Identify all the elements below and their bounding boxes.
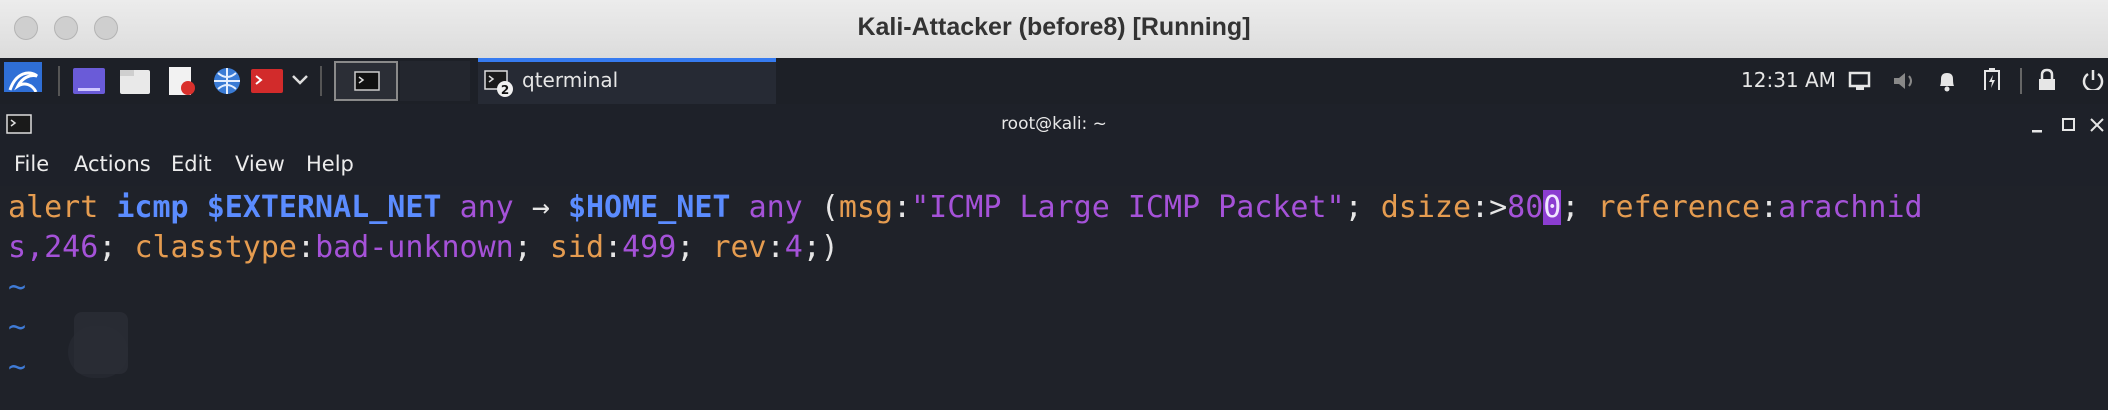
empty-line-tilde: ~ [8, 270, 27, 305]
clock[interactable]: 12:31 AM [1741, 68, 1836, 92]
menu-file[interactable]: File [14, 152, 49, 176]
vm-window-titlebar: Kali-Attacker (before8) [Running] [0, 0, 2108, 59]
workspace-1[interactable] [334, 61, 398, 101]
volume-icon[interactable] [1892, 70, 1918, 92]
terminal-launcher-icon[interactable] [250, 66, 284, 96]
text-editor-icon[interactable] [164, 66, 198, 96]
menu-edit[interactable]: Edit [171, 152, 212, 176]
show-desktop-icon[interactable] [72, 66, 106, 96]
panel-separator [58, 66, 60, 96]
battery-icon[interactable] [1982, 68, 2002, 90]
lock-screen-icon[interactable] [2036, 68, 2058, 90]
task-badge: 2 [501, 83, 509, 97]
kali-top-panel: 2 qterminal 12:31 AM [0, 58, 2108, 104]
editor-line-2: s,246; classtype:bad-unknown; sid:499; r… [8, 230, 839, 265]
empty-line-tilde: ~ [8, 350, 27, 385]
menu-actions[interactable]: Actions [74, 152, 151, 176]
text-cursor: 0 [1543, 190, 1562, 225]
workspace-2[interactable] [400, 61, 470, 101]
web-browser-icon[interactable] [210, 66, 244, 96]
maximize-icon[interactable] [2060, 116, 2078, 134]
terminal-output[interactable]: alert icmp $EXTERNAL_NET any → $HOME_NET… [0, 186, 2108, 410]
empty-line-tilde: ~ [8, 310, 27, 345]
display-icon[interactable] [1848, 70, 1872, 92]
kali-menu-icon[interactable] [4, 62, 42, 92]
vm-window-title: Kali-Attacker (before8) [Running] [857, 13, 1251, 41]
minimize-icon[interactable] [2030, 118, 2046, 134]
chevron-down-icon[interactable] [290, 70, 310, 100]
tray-separator [2020, 68, 2022, 94]
panel-separator [320, 66, 322, 96]
menu-help[interactable]: Help [306, 152, 354, 176]
workspace-terminal-icon [354, 71, 380, 91]
taskbar-qterminal-label: qterminal [522, 68, 619, 92]
qterminal-task-icon: 2 [484, 70, 513, 97]
close-icon[interactable] [2088, 116, 2106, 134]
terminal-title: root@kali: ~ [1001, 114, 1107, 134]
terminal-titlebar: root@kali: ~ [0, 104, 2108, 146]
terminal-menubar: File Actions Edit View Help [0, 146, 2108, 186]
notification-bell-icon[interactable] [1936, 70, 1958, 92]
menu-view[interactable]: View [235, 152, 285, 176]
file-manager-icon[interactable] [118, 66, 152, 96]
desktop-icon-shadow [74, 312, 128, 374]
power-icon[interactable] [2080, 68, 2106, 90]
editor-line-1: alert icmp $EXTERNAL_NET any → $HOME_NET… [8, 190, 1923, 225]
